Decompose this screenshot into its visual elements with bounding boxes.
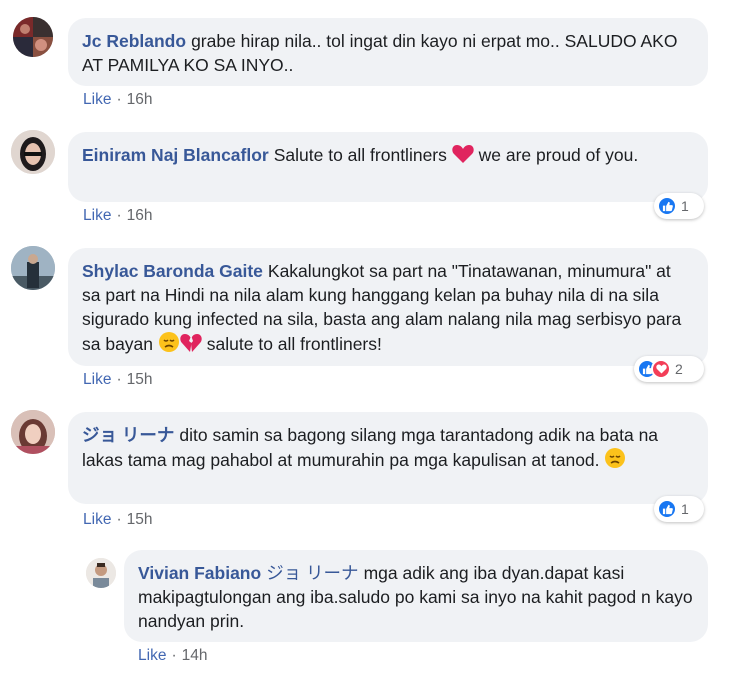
avatar[interactable]	[11, 410, 55, 454]
comment-author[interactable]: Vivian Fabiano	[138, 563, 261, 583]
reaction-summary[interactable]: 2	[634, 356, 704, 382]
timestamp[interactable]: 16h	[127, 207, 153, 224]
mention-tag[interactable]: ジョ リーナ	[266, 563, 358, 583]
reaction-count: 1	[681, 198, 689, 214]
user-photo-avatar	[13, 17, 53, 57]
comment-meta: Like · 14h	[138, 647, 208, 664]
comment-author[interactable]: Einiram Naj Blancaflor	[82, 145, 269, 165]
comment-meta: Like · 16h	[83, 91, 153, 108]
comment-author[interactable]: ジョ リーナ	[82, 425, 174, 445]
comment-bubble: Jc Reblando grabe hirap nila.. tol ingat …	[68, 18, 708, 86]
avatar[interactable]	[86, 558, 116, 588]
comment-bubble: ジョ リーナ dito samin sa bagong silang mga ta…	[68, 412, 708, 504]
comment-text: Salute to all frontliners	[273, 145, 447, 165]
timestamp[interactable]: 15h	[127, 511, 153, 528]
like-link[interactable]: Like	[138, 647, 166, 664]
reaction-summary[interactable]: 1	[654, 193, 704, 219]
avatar[interactable]	[11, 130, 55, 174]
comment-text-continued: we are proud of you.	[478, 145, 639, 165]
avatar[interactable]	[13, 17, 53, 57]
like-link[interactable]: Like	[83, 207, 111, 224]
timestamp[interactable]: 15h	[127, 371, 153, 388]
like-icon	[657, 196, 677, 216]
comment-author[interactable]: Jc Reblando	[82, 31, 186, 51]
love-icon	[651, 359, 671, 379]
disappointed-face-icon	[605, 448, 626, 468]
comment-meta: Like · 15h	[83, 371, 153, 388]
reaction-summary[interactable]: 1	[654, 496, 704, 522]
user-photo-avatar	[86, 558, 116, 588]
comment-bubble: Shylac Baronda Gaite Kakalungkot sa part …	[68, 248, 708, 366]
like-link[interactable]: Like	[83, 91, 111, 108]
comment-meta: Like · 16h	[83, 207, 153, 224]
user-photo-avatar	[11, 410, 55, 454]
disappointed-face-icon	[158, 332, 179, 352]
comment-text-continued: salute to all frontliners!	[206, 334, 382, 354]
like-link[interactable]: Like	[83, 371, 111, 388]
user-photo-avatar	[11, 130, 55, 174]
user-photo-avatar	[11, 246, 55, 290]
reaction-count: 2	[675, 361, 683, 377]
reply-bubble: Vivian Fabiano ジョ リーナ mga adik ang iba dya…	[124, 550, 708, 642]
like-link[interactable]: Like	[83, 511, 111, 528]
timestamp[interactable]: 16h	[127, 91, 153, 108]
reaction-count: 1	[681, 501, 689, 517]
avatar[interactable]	[11, 246, 55, 290]
comment-meta: Like · 15h	[83, 511, 153, 528]
comment-author[interactable]: Shylac Baronda Gaite	[82, 261, 263, 281]
broken-heart-icon	[180, 334, 202, 352]
comment-bubble: Einiram Naj Blancaflor Salute to all fron…	[68, 132, 708, 202]
timestamp[interactable]: 14h	[182, 647, 208, 664]
like-icon	[657, 499, 677, 519]
red-heart-icon	[452, 145, 474, 163]
